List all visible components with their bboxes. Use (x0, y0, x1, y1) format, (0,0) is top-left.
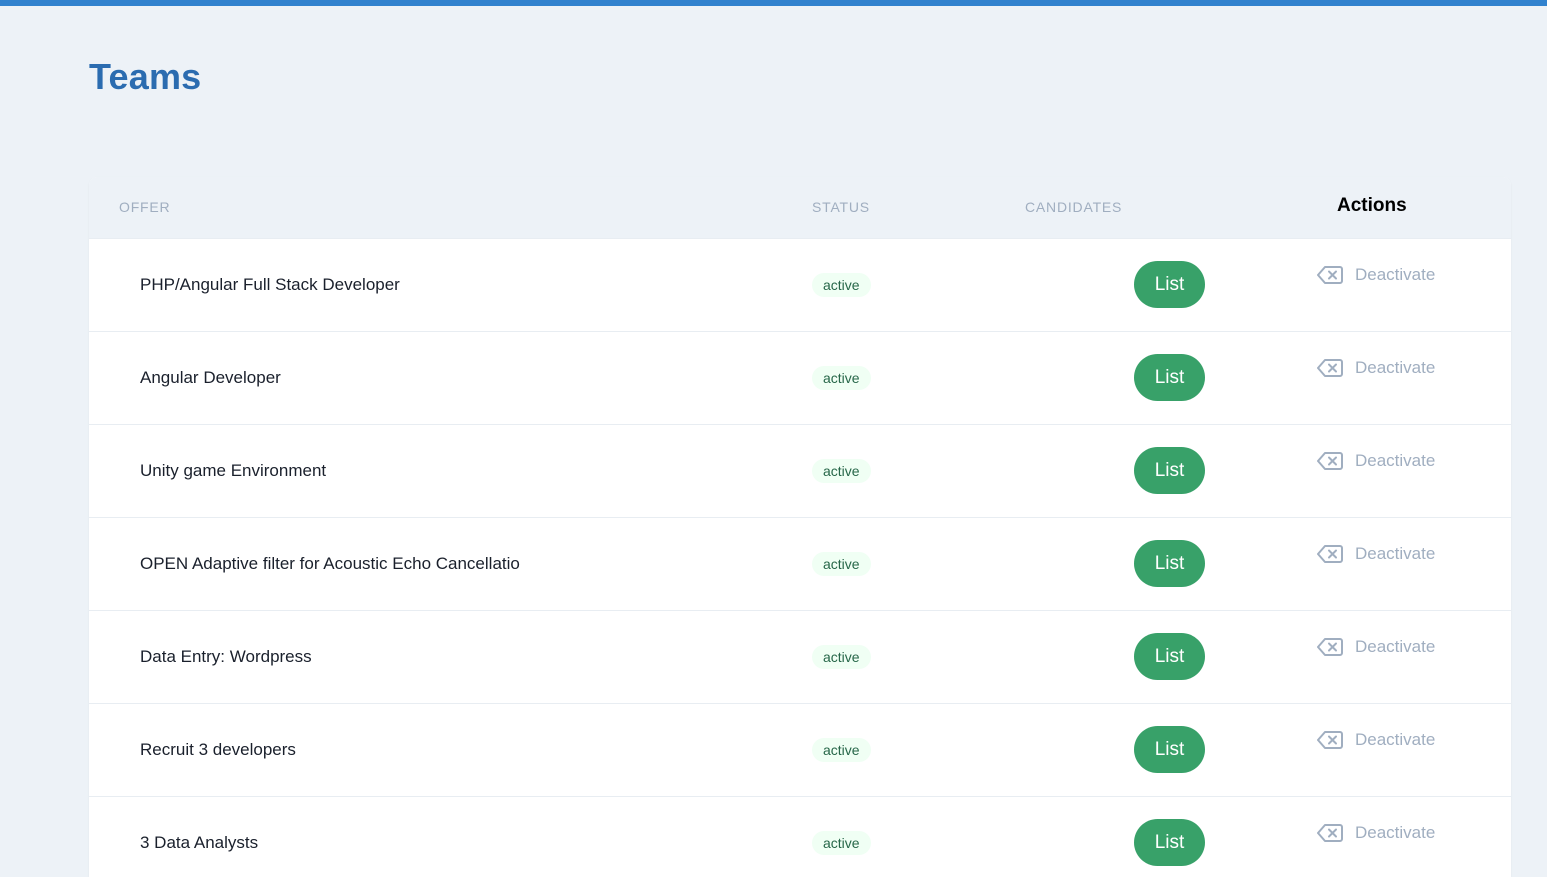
deactivate-label: Deactivate (1355, 265, 1436, 284)
list-candidates-button[interactable]: List (1134, 633, 1205, 680)
list-candidates-button[interactable]: List (1134, 354, 1205, 401)
deactivate-button[interactable]: Deactivate (1317, 358, 1435, 378)
table-row: Angular Developer active List Deactivate (89, 332, 1511, 425)
offer-title: Data Entry: Wordpress (140, 647, 312, 666)
status-badge: active (812, 459, 871, 483)
backspace-x-icon (1317, 451, 1343, 471)
status-badge: active (812, 366, 871, 390)
column-header-actions: Actions (1337, 195, 1407, 216)
deactivate-button[interactable]: Deactivate (1317, 637, 1435, 657)
offer-title: Unity game Environment (140, 461, 327, 480)
column-header-status: STATUS (812, 199, 870, 215)
table-header: OFFER STATUS CANDIDATES Actions (89, 177, 1511, 239)
backspace-x-icon (1317, 544, 1343, 564)
offer-title: 3 Data Analysts (140, 833, 259, 852)
backspace-x-icon (1317, 637, 1343, 657)
status-badge: active (812, 273, 871, 297)
deactivate-label: Deactivate (1355, 637, 1436, 656)
table-row: 3 Data Analysts active List Deactivate (89, 797, 1511, 877)
deactivate-label: Deactivate (1355, 823, 1436, 842)
table-row: OPEN Adaptive filter for Acoustic Echo C… (89, 518, 1511, 611)
deactivate-label: Deactivate (1355, 730, 1436, 749)
deactivate-button[interactable]: Deactivate (1317, 451, 1435, 471)
offers-table: OFFER STATUS CANDIDATES Actions PHP/Angu… (89, 177, 1511, 877)
list-candidates-button[interactable]: List (1134, 261, 1205, 308)
status-badge: active (812, 645, 871, 669)
column-header-candidates: CANDIDATES (1025, 199, 1123, 215)
deactivate-label: Deactivate (1355, 358, 1436, 377)
deactivate-label: Deactivate (1355, 544, 1436, 563)
list-candidates-button[interactable]: List (1134, 819, 1205, 866)
status-badge: active (812, 552, 871, 576)
deactivate-button[interactable]: Deactivate (1317, 823, 1435, 843)
table-row: Recruit 3 developers active List Deactiv… (89, 704, 1511, 797)
table-row: Data Entry: Wordpress active List Deacti… (89, 611, 1511, 704)
top-accent-bar (0, 0, 1547, 6)
backspace-x-icon (1317, 358, 1343, 378)
backspace-x-icon (1317, 823, 1343, 843)
list-candidates-button[interactable]: List (1134, 726, 1205, 773)
deactivate-button[interactable]: Deactivate (1317, 544, 1435, 564)
deactivate-button[interactable]: Deactivate (1317, 265, 1435, 285)
page-title: Teams (89, 56, 202, 97)
offer-title: Angular Developer (140, 368, 281, 387)
deactivate-button[interactable]: Deactivate (1317, 730, 1435, 750)
column-header-offer: OFFER (119, 199, 171, 215)
table-row: Unity game Environment active List Deact… (89, 425, 1511, 518)
offer-title: Recruit 3 developers (140, 740, 296, 759)
table-row: PHP/Angular Full Stack Developer active … (89, 239, 1511, 332)
offer-title: OPEN Adaptive filter for Acoustic Echo C… (140, 554, 520, 573)
offer-title: PHP/Angular Full Stack Developer (140, 275, 400, 294)
backspace-x-icon (1317, 265, 1343, 285)
status-badge: active (812, 738, 871, 762)
status-badge: active (812, 831, 871, 855)
table-body: PHP/Angular Full Stack Developer active … (89, 239, 1511, 877)
deactivate-label: Deactivate (1355, 451, 1436, 470)
list-candidates-button[interactable]: List (1134, 540, 1205, 587)
list-candidates-button[interactable]: List (1134, 447, 1205, 494)
backspace-x-icon (1317, 730, 1343, 750)
